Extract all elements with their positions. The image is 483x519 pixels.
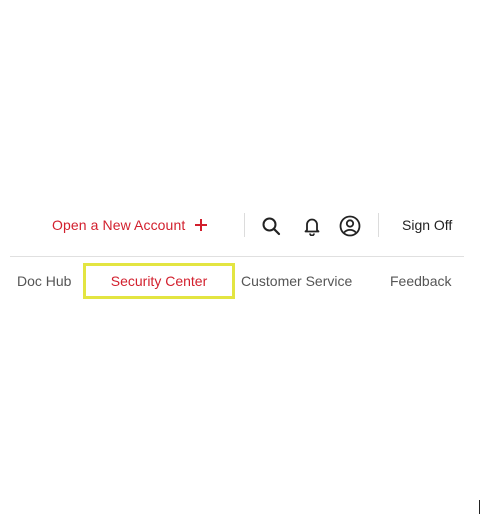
plus-icon bbox=[195, 219, 208, 231]
top-bar-divider bbox=[378, 213, 379, 237]
top-bar: Open a New Account Sign Off bbox=[0, 205, 483, 245]
search-button[interactable] bbox=[260, 215, 282, 237]
open-new-account-label: Open a New Account bbox=[52, 217, 186, 233]
notifications-button[interactable] bbox=[301, 215, 323, 237]
profile-button[interactable] bbox=[339, 215, 361, 237]
header-divider bbox=[10, 256, 464, 257]
nav-item-customer-service[interactable]: Customer Service bbox=[241, 263, 352, 299]
search-icon bbox=[262, 217, 281, 236]
nav-item-feedback[interactable]: Feedback bbox=[390, 263, 451, 299]
nav-item-security-center[interactable]: Security Center bbox=[83, 263, 235, 299]
nav-item-doc-hub[interactable]: Doc Hub bbox=[17, 263, 71, 299]
user-circle-icon bbox=[339, 215, 361, 237]
sign-off-button[interactable]: Sign Off bbox=[402, 215, 452, 235]
main-nav: Doc Hub Security Center Customer Service… bbox=[0, 263, 483, 299]
top-bar-divider bbox=[244, 213, 245, 237]
bell-icon bbox=[304, 218, 320, 236]
text-cursor bbox=[479, 500, 480, 514]
open-new-account-button[interactable]: Open a New Account bbox=[52, 215, 208, 235]
